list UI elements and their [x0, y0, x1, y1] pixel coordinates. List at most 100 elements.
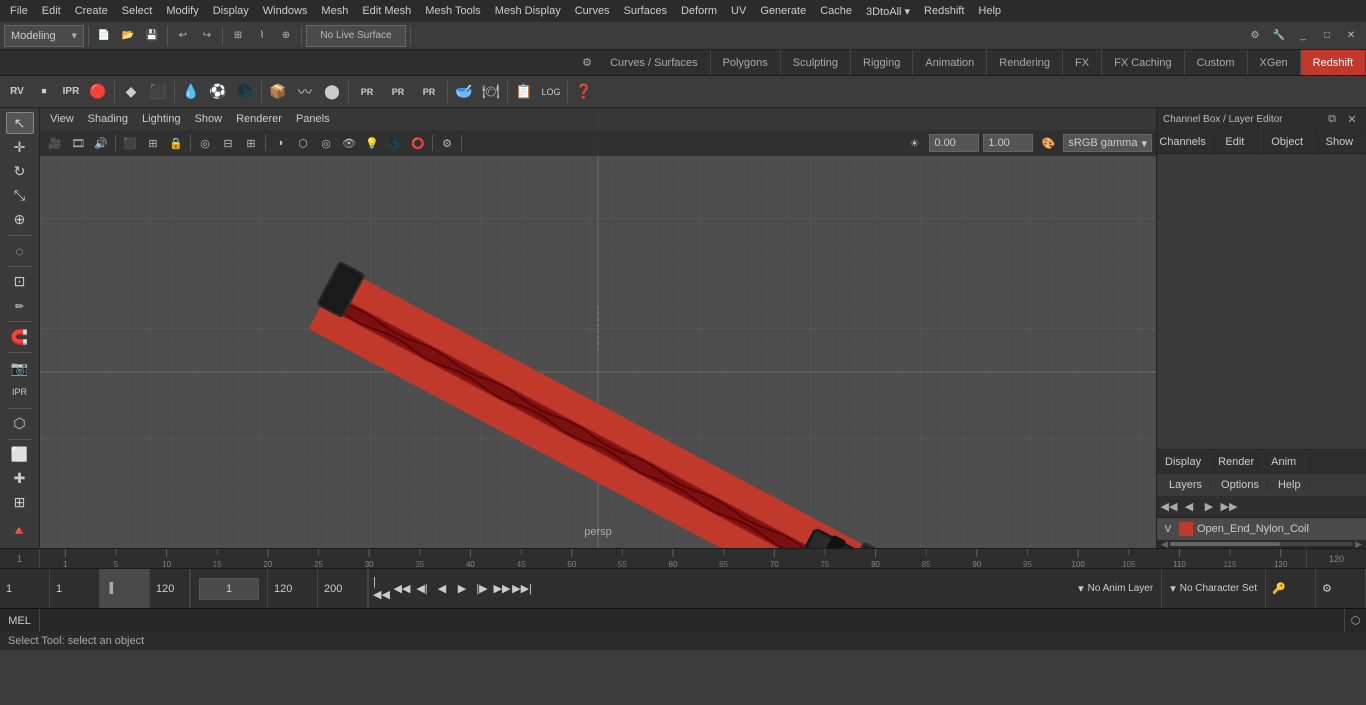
shelf-icon-help[interactable]: ❓ — [571, 79, 597, 105]
maya-icon[interactable]: 🔺 — [6, 516, 34, 544]
scale-tool-btn[interactable]: ⤡ — [6, 185, 34, 207]
menu-redshift[interactable]: Redshift — [918, 3, 970, 19]
layer-color-swatch[interactable] — [1179, 522, 1193, 536]
vp-hud-btn[interactable]: ⊟ — [217, 133, 239, 153]
layer-nav-next-btn[interactable]: ▶▶ — [1221, 499, 1237, 515]
ch-tab-show[interactable]: Show — [1314, 130, 1366, 153]
vp-menu-panels[interactable]: Panels — [290, 111, 336, 127]
vp-menu-lighting[interactable]: Lighting — [136, 111, 187, 127]
menu-modify[interactable]: Modify — [160, 3, 204, 19]
shelf-tab-curves-surfaces[interactable]: Curves / Surfaces — [598, 50, 710, 75]
viewport[interactable]: View Shading Lighting Show Renderer Pane… — [40, 108, 1156, 548]
prev-frame-btn[interactable]: ◀| — [413, 580, 431, 598]
move-tool-btn[interactable]: ✛ — [6, 136, 34, 158]
close-icon[interactable]: ✕ — [1340, 25, 1362, 47]
shelf-tab-fx-caching[interactable]: FX Caching — [1102, 50, 1184, 75]
command-input[interactable] — [40, 609, 1344, 632]
max-frame-field[interactable]: 120 — [268, 569, 318, 608]
menu-cache[interactable]: Cache — [814, 3, 858, 19]
menu-deform[interactable]: Deform — [675, 3, 723, 19]
panel-close-btn[interactable]: ✕ — [1344, 111, 1360, 127]
lt-tab-render[interactable]: Render — [1210, 450, 1263, 474]
shelf-icon-mat2[interactable]: ⚽ — [205, 79, 231, 105]
vp-lock-btn[interactable]: 🔒 — [165, 133, 187, 153]
play-fwd-btn[interactable]: ▶ — [453, 580, 471, 598]
range-end-field[interactable]: 120 — [150, 569, 190, 608]
shelf-icon-mat1[interactable]: 💧 — [178, 79, 204, 105]
shelf-icon-mat3[interactable]: 🌑 — [232, 79, 258, 105]
viewport-inner[interactable]: y x z persp — [40, 108, 1156, 548]
vp-overlay-btn[interactable]: ⊞ — [142, 133, 164, 153]
shelf-tab-custom[interactable]: Custom — [1185, 50, 1248, 75]
shelf-tab-polygons[interactable]: Polygons — [711, 50, 781, 75]
panel-expand-btn[interactable]: ⧉ — [1324, 111, 1340, 127]
auto-key-btn[interactable]: 🔑 — [1266, 569, 1316, 608]
shelf-icon-cube[interactable]: 📦 — [265, 79, 291, 105]
shelf-icon-rs1[interactable]: 🔴 — [85, 79, 111, 105]
vp-ao-btn[interactable]: ⭕ — [407, 133, 429, 153]
shelf-icon-geo1[interactable]: ◆ — [118, 79, 144, 105]
render-btn[interactable]: 📷 — [6, 357, 34, 379]
menu-surfaces[interactable]: Surfaces — [618, 3, 673, 19]
shelf-icon-pr2[interactable]: PR — [383, 79, 413, 105]
anim-settings-btn[interactable]: ⚙ — [1316, 569, 1366, 608]
snap-grid-btn[interactable]: ⊞ — [227, 25, 249, 47]
lt-tab-display[interactable]: Display — [1157, 450, 1210, 474]
shelf-tab-rigging[interactable]: Rigging — [851, 50, 913, 75]
vp-isolate-btn[interactable]: ◎ — [194, 133, 216, 153]
layer-scroll-track[interactable] — [1170, 542, 1353, 546]
vp-value2[interactable]: 1.00 — [983, 134, 1033, 152]
vp-shadow-btn[interactable]: 🌑 — [384, 133, 406, 153]
vp-menu-show[interactable]: Show — [189, 111, 229, 127]
vp-wire-btn[interactable]: ⬡ — [292, 133, 314, 153]
select-tool-btn[interactable]: ↖ — [6, 112, 34, 134]
menu-display[interactable]: Display — [207, 3, 255, 19]
lc-layers-menu[interactable]: Layers — [1161, 479, 1211, 491]
ch-tab-channels[interactable]: Channels — [1157, 130, 1209, 153]
snap-point-btn[interactable]: ⊕ — [275, 25, 297, 47]
frame-current-field[interactable]: 1 — [50, 569, 100, 608]
anim-layer-dropdown[interactable]: ▾ No Anim Layer — [1070, 569, 1162, 608]
step-back-btn[interactable]: ◀◀ — [393, 580, 411, 598]
vp-settings-btn[interactable]: ⚙ — [436, 133, 458, 153]
shelf-icon-script1[interactable]: 📋 — [511, 79, 537, 105]
snap-curve-btn[interactable]: ⌇ — [251, 25, 273, 47]
ipr-btn[interactable]: IPR — [6, 381, 34, 403]
frame-box[interactable]: ▐ — [100, 569, 150, 608]
current-frame-input[interactable]: 1 — [199, 578, 259, 600]
maximize-icon[interactable]: □ — [1316, 25, 1338, 47]
minimize-icon[interactable]: _ — [1292, 25, 1314, 47]
custom-btn[interactable]: ✚ — [6, 468, 34, 490]
menu-edit-mesh[interactable]: Edit Mesh — [356, 3, 417, 19]
prev-key-btn[interactable]: ◀ — [433, 580, 451, 598]
shelf-icon-log[interactable]: LOG — [538, 79, 564, 105]
next-frame-btn[interactable]: ▶▶ — [493, 580, 511, 598]
layer-nav-back-btn[interactable]: ◀ — [1181, 499, 1197, 515]
lasso-btn[interactable]: ⊡ — [6, 271, 34, 293]
vp-gamma-selector[interactable]: sRGB gamma ▾ — [1063, 134, 1152, 152]
timeline-area[interactable]: 1 1 5 10 15 20 25 30 35 — [0, 548, 1366, 568]
rotate-tool-btn[interactable]: ↻ — [6, 160, 34, 182]
vp-value1[interactable]: 0.00 — [929, 134, 979, 152]
vp-grid-btn[interactable]: ⊞ — [240, 133, 262, 153]
render-settings-icon[interactable]: ⚙ — [1244, 25, 1266, 47]
menu-edit[interactable]: Edit — [36, 3, 67, 19]
menu-mesh-display[interactable]: Mesh Display — [489, 3, 567, 19]
menu-mesh[interactable]: Mesh — [315, 3, 354, 19]
menu-file[interactable]: File — [4, 3, 34, 19]
vp-exposure-icon[interactable]: ☀ — [903, 133, 925, 153]
menu-3dtoall[interactable]: 3DtoAll ▾ — [860, 3, 916, 20]
show-manip-btn[interactable]: ⬡ — [6, 412, 34, 434]
menu-windows[interactable]: Windows — [257, 3, 314, 19]
vp-audio-btn[interactable]: 🔊 — [90, 133, 112, 153]
xform-btn[interactable]: ⬜ — [6, 443, 34, 465]
snap-together-btn[interactable]: 🧲 — [6, 326, 34, 348]
vp-mask-btn[interactable]: ⬛ — [119, 133, 141, 153]
new-file-btn[interactable]: 📄 — [93, 25, 115, 47]
open-file-btn[interactable]: 📂 — [117, 25, 139, 47]
shelf-icon-ipr-stop[interactable]: ⏹ — [31, 79, 57, 105]
shelf-tab-fx[interactable]: FX — [1063, 50, 1102, 75]
layer-nav-fwd-btn[interactable]: ▶ — [1201, 499, 1217, 515]
grid-btn[interactable]: ⊞ — [6, 492, 34, 514]
redo-btn[interactable]: ↪ — [196, 25, 218, 47]
